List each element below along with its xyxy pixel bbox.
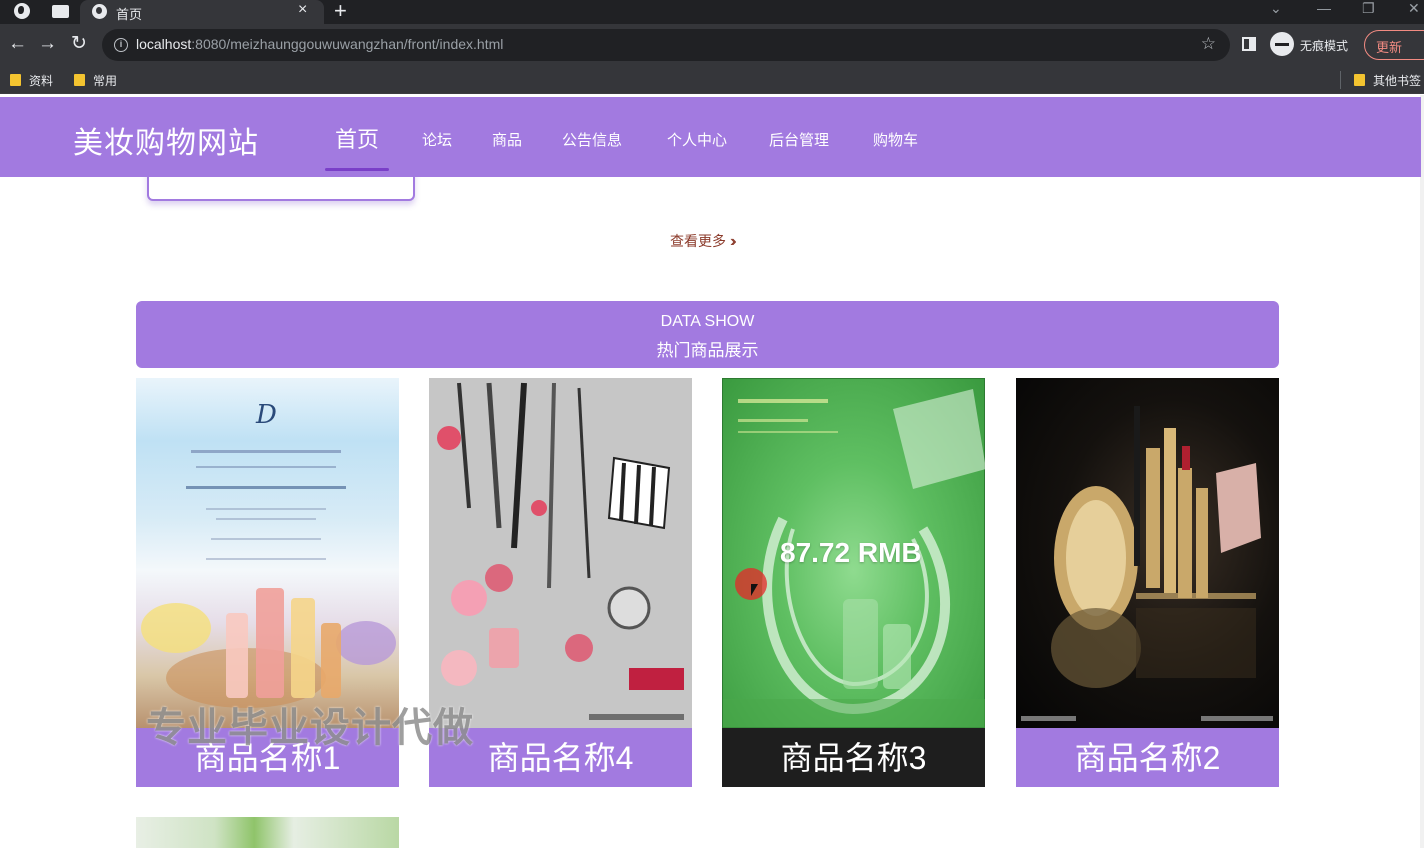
address-bar[interactable]: i localhost:8080/meizhaunggouwuwangzhan/… [102,29,1230,61]
update-button[interactable]: 更新 [1364,30,1424,60]
forward-arrow-icon[interactable]: → [38,34,57,54]
minimize-icon[interactable]: — [1317,0,1331,16]
site-header: 美妆购物网站 首页 论坛 商品 公告信息 个人中心 后台管理 购物车 [0,97,1421,177]
url-text[interactable]: localhost:8080/meizhaunggouwuwangzhan/fr… [136,36,503,52]
nav-forum[interactable]: 论坛 [422,129,452,150]
bookmark-label: 常用 [93,74,118,88]
incognito-icon[interactable] [1270,32,1294,56]
view-more-label: 查看更多 [670,233,726,249]
site-title[interactable]: 美妆购物网站 [73,118,259,162]
double-chevron-right-icon: ›› [730,233,736,250]
browser-toolbar: ← → ↻ i localhost:8080/meizhaunggouwuwan… [0,24,1424,66]
folder-icon [74,74,85,86]
mouse-cursor-icon [751,584,758,596]
nav-home[interactable]: 首页 [335,122,379,154]
watermark-text: 专业毕业设计代做 [146,706,474,750]
incognito-label[interactable]: 无痕模式 [1300,37,1348,54]
web-page: 美妆购物网站 首页 论坛 商品 公告信息 个人中心 后台管理 购物车 查看更多 ›… [0,95,1424,848]
bookmark-folder-other[interactable]: 其他书签 [1354,72,1421,89]
nav-active-indicator [325,168,389,171]
bookmark-separator [1340,71,1341,89]
makeup-tools-photo [437,382,684,720]
tab-overview-icon[interactable] [52,5,69,18]
next-product-image-partial[interactable] [136,817,399,848]
tab-title: 首页 [116,7,143,22]
skincare-photo: D [141,400,396,708]
nav-cart[interactable]: 购物车 [873,129,918,150]
section-title-en: DATA SHOW [660,313,755,330]
window-close-icon[interactable]: ✕ [1408,0,1420,17]
side-panel-icon[interactable] [1242,37,1256,51]
product-name[interactable]: 商品名称2 [1016,728,1279,787]
view-more-link[interactable]: 查看更多 ›› [670,231,736,251]
cosmetics-set-photo [1021,406,1273,721]
chevron-down-icon[interactable]: ⌄ [1270,0,1282,17]
globe-icon [92,4,107,19]
url-host: localhost [136,36,192,52]
hot-products-banner: DATA SHOW 热门商品展示 [136,301,1279,368]
nav-personal-center[interactable]: 个人中心 [667,129,727,150]
page-scrollbar[interactable] [1420,95,1424,848]
nav-admin[interactable]: 后台管理 [769,129,829,150]
info-icon[interactable]: i [114,38,128,52]
url-path: :8080/meizhaunggouwuwangzhan/front/index… [191,36,504,52]
nav-products[interactable]: 商品 [492,129,522,150]
product-image[interactable]: D [136,378,399,728]
globe-icon[interactable] [14,3,30,19]
folder-icon [10,74,21,86]
product-image[interactable] [429,378,692,728]
product-name[interactable]: 商品名称3 [722,728,985,787]
browser-tab-bar: 首页 × + ⌄ — ❐ ✕ [0,0,1424,24]
close-icon[interactable]: × [298,1,307,19]
product-image[interactable] [1016,378,1279,728]
bookmark-label: 其他书签 [1373,74,1422,88]
restore-icon[interactable]: ❐ [1362,0,1375,17]
folder-icon [1354,74,1365,86]
browser-tab-home[interactable]: 首页 × [80,0,324,24]
bookmark-folder-ziliao[interactable]: 资料 [10,72,53,89]
bookmark-label: 资料 [29,74,54,88]
back-arrow-icon[interactable]: ← [8,34,27,54]
bookmark-star-icon[interactable]: ☆ [1201,34,1216,54]
new-tab-button[interactable]: + [334,0,347,24]
section-title-cn: 热门商品展示 [656,341,759,360]
bookmarks-bar: 资料 常用 其他书签 [0,66,1424,94]
price-overlay: 87.72 RMB [780,537,922,568]
reload-icon[interactable]: ↻ [71,34,87,54]
nav-announcements[interactable]: 公告信息 [562,129,622,150]
bookmark-folder-changyong[interactable]: 常用 [74,72,117,89]
svg-text:D: D [255,400,277,430]
product-card-2[interactable]: 商品名称2 [1016,378,1279,787]
